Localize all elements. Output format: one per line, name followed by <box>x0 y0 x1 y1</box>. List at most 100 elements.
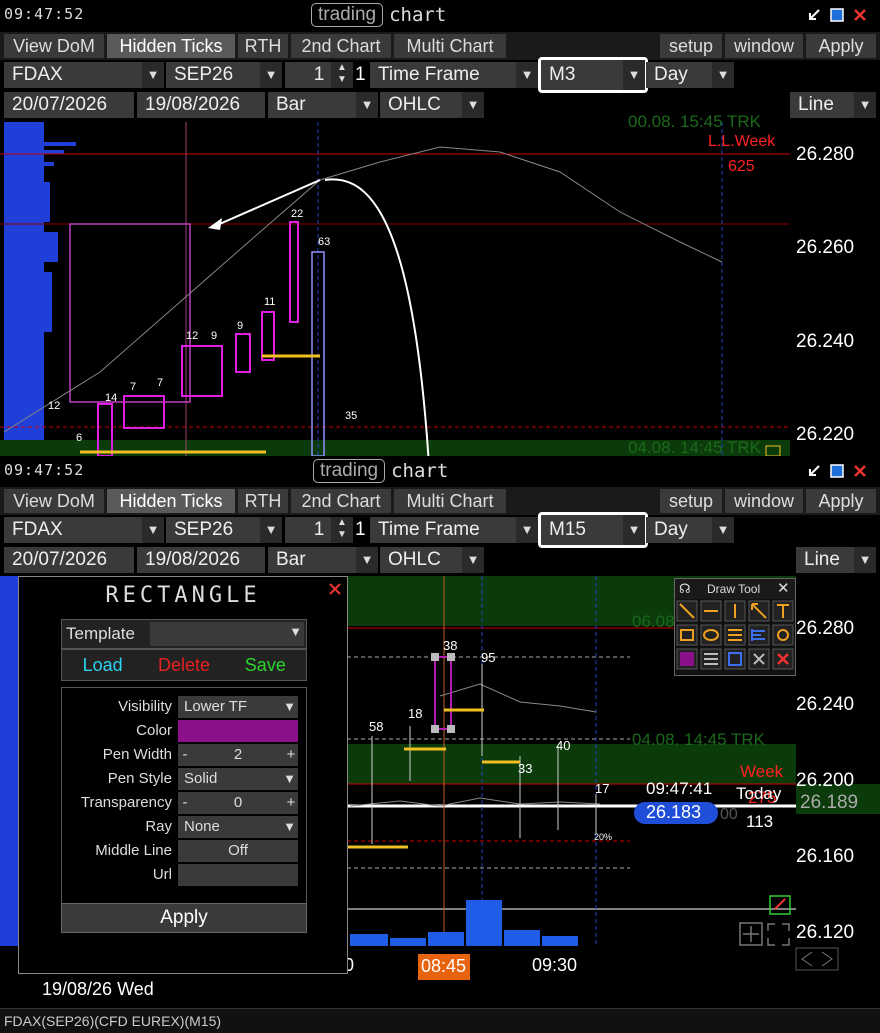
rectangle-panel: RECTANGLE Template ▼ Load Delete Save Vi… <box>18 576 348 974</box>
quantity-suffix: 1 <box>355 519 366 540</box>
close-icon[interactable] <box>851 6 869 24</box>
bottom-price-label: 26.160 <box>796 846 855 867</box>
visibility-value: Lower TF <box>184 698 248 715</box>
view-dom-button[interactable]: View DoM <box>4 34 104 58</box>
chart-kind-dropdown[interactable]: Bar ▼ <box>268 547 378 573</box>
draw-tool-title: Draw Tool <box>707 582 761 596</box>
delete-button[interactable]: Delete <box>143 650 224 680</box>
bottom-price-label: 26.240 <box>796 694 855 715</box>
setup-button[interactable]: setup <box>660 34 722 58</box>
setup-button[interactable]: setup <box>660 489 722 513</box>
timeframe-value-dropdown[interactable]: M15 ▼ <box>538 512 648 548</box>
rth-button[interactable]: RTH <box>238 489 288 513</box>
close-icon[interactable]: ✕ <box>777 579 790 597</box>
ray-label: Ray <box>145 818 172 835</box>
stepper-arrows-icon[interactable]: ▲ ▼ <box>331 62 353 88</box>
pen-style-label: Pen Style <box>107 770 172 787</box>
hidden-ticks-button[interactable]: Hidden Ticks <box>107 489 235 513</box>
close-icon[interactable] <box>851 462 869 480</box>
bar-label: 12 <box>186 330 199 342</box>
timeframe-dropdown[interactable]: Time Frame ▼ <box>370 62 538 88</box>
ray-dropdown[interactable]: None ▼ <box>178 816 298 838</box>
pen-width-stepper[interactable]: - 2 + <box>178 744 298 766</box>
chevron-down-icon: ▼ <box>712 517 734 543</box>
bar-label: 20% <box>594 832 613 842</box>
date-from-field[interactable]: 20/07/2026 <box>4 92 134 118</box>
chevron-down-icon: ▼ <box>854 547 876 573</box>
hidden-ticks-button[interactable]: Hidden Ticks <box>107 34 235 58</box>
second-chart-button[interactable]: 2nd Chart <box>291 489 391 513</box>
chevron-down-icon: ▼ <box>516 517 538 543</box>
bar-style-dropdown[interactable]: OHLC ▼ <box>380 547 484 573</box>
timeframe-value-dropdown[interactable]: M3 ▼ <box>538 57 648 93</box>
quantity-stepper[interactable]: 1 ▲ ▼ <box>285 517 353 543</box>
middle-line-toggle[interactable]: Off <box>178 840 298 862</box>
bar-label: 7 <box>130 381 137 393</box>
date-from-field[interactable]: 20/07/2026 <box>4 547 134 573</box>
maximize-icon[interactable] <box>828 6 846 24</box>
chevron-down-icon: ▼ <box>854 92 876 118</box>
line-style-dropdown[interactable]: Line ▼ <box>790 92 876 118</box>
top-brand-word: chart <box>389 4 447 26</box>
transparency-stepper[interactable]: - 0 + <box>178 792 298 814</box>
bar-style-dropdown[interactable]: OHLC ▼ <box>380 92 484 118</box>
chevron-down-icon: ▼ <box>142 62 164 88</box>
top-clock: 09:47:52 <box>4 5 85 23</box>
second-chart-button[interactable]: 2nd Chart <box>291 34 391 58</box>
chevron-down-icon: ▼ <box>712 62 734 88</box>
top-price-label: 26.260 <box>796 237 855 258</box>
multi-chart-button[interactable]: Multi Chart <box>394 489 506 513</box>
bar-label: 33 <box>518 761 533 776</box>
date-to-field[interactable]: 19/08/2026 <box>137 547 265 573</box>
window-button[interactable]: window <box>725 489 803 513</box>
apply-button[interactable]: Apply <box>806 34 876 58</box>
stepper-arrows-icon[interactable]: ▲ ▼ <box>331 517 353 543</box>
chevron-down-icon: ▼ <box>142 517 164 543</box>
plus-button[interactable]: + <box>284 744 298 766</box>
panel-apply-button[interactable]: Apply <box>61 903 307 933</box>
view-dom-button[interactable]: View DoM <box>4 489 104 513</box>
minus-button[interactable]: - <box>178 792 192 814</box>
transparency-value[interactable]: 0 <box>192 792 284 814</box>
chart-kind-value: Bar <box>276 94 306 115</box>
minimize-icon[interactable] <box>805 462 823 480</box>
plus-button[interactable]: + <box>284 792 298 814</box>
close-icon[interactable] <box>327 581 343 597</box>
line-style-dropdown[interactable]: Line ▼ <box>796 547 876 573</box>
window-button[interactable]: window <box>725 34 803 58</box>
session-dropdown[interactable]: Day ▼ <box>646 517 734 543</box>
timeframe-dropdown[interactable]: Time Frame ▼ <box>370 517 538 543</box>
last-price-label: 26.189 <box>800 792 859 813</box>
multi-chart-button[interactable]: Multi Chart <box>394 34 506 58</box>
session-value: Day <box>654 64 688 85</box>
symbol-dropdown[interactable]: FDAX ▼ <box>4 62 164 88</box>
minimize-icon[interactable] <box>805 6 823 24</box>
maximize-icon[interactable] <box>828 462 846 480</box>
color-tool-icon[interactable] <box>680 652 694 666</box>
quantity-value: 1 <box>313 64 325 85</box>
pen-style-dropdown[interactable]: Solid ▼ <box>178 768 298 790</box>
minus-button[interactable]: - <box>178 744 192 766</box>
symbol-value: FDAX <box>12 519 63 540</box>
chevron-down-icon: ▼ <box>283 699 296 714</box>
bar-label: 40 <box>556 738 571 753</box>
date-to-field[interactable]: 19/08/2026 <box>137 92 265 118</box>
color-swatch[interactable] <box>178 720 298 742</box>
top-menubar: View DoM Hidden Ticks RTH 2nd Chart Mult… <box>0 32 880 60</box>
session-dropdown[interactable]: Day ▼ <box>646 62 734 88</box>
bottom-brand: trading chart <box>313 459 448 483</box>
quantity-stepper[interactable]: 1 ▲ ▼ <box>285 62 353 88</box>
save-button[interactable]: Save <box>225 650 306 680</box>
expiry-dropdown[interactable]: SEP26 ▼ <box>166 62 282 88</box>
expiry-dropdown[interactable]: SEP26 ▼ <box>166 517 282 543</box>
rth-button[interactable]: RTH <box>238 34 288 58</box>
load-button[interactable]: Load <box>62 650 143 680</box>
chart-kind-dropdown[interactable]: Bar ▼ <box>268 92 378 118</box>
apply-button[interactable]: Apply <box>806 489 876 513</box>
pen-width-value[interactable]: 2 <box>192 744 284 766</box>
visibility-dropdown[interactable]: Lower TF ▼ <box>178 696 298 718</box>
template-dropdown[interactable]: ▼ <box>150 622 304 646</box>
symbol-dropdown[interactable]: FDAX ▼ <box>4 517 164 543</box>
bottom-trk-mid-label: 04.08. 14:45 TRK <box>632 730 765 749</box>
url-input[interactable] <box>178 864 298 886</box>
